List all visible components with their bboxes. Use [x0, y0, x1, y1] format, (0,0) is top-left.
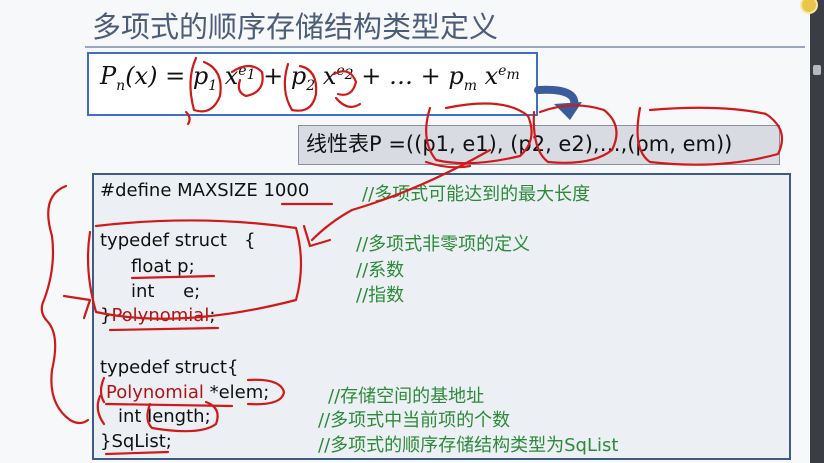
- code-line-int-e: int e;: [131, 281, 201, 302]
- code-comment-length: //多项式中当前项的个数: [318, 410, 511, 431]
- code-line-float: float p;: [131, 256, 195, 277]
- linear-list-text: 线性表P =((p1, e1), (p2, e2),…,(pm, em)): [306, 132, 733, 156]
- scrollbar-thumb[interactable]: [813, 65, 821, 75]
- code-line-sqlist: }SqList;: [100, 431, 172, 452]
- slide-title: 多项式的顺序存储结构类型定义: [92, 10, 499, 44]
- curved-arrow-icon: [534, 85, 582, 120]
- code-line-polynomial: }Polynomial;: [100, 305, 216, 326]
- window-edge: [810, 0, 824, 463]
- title-divider: [85, 46, 805, 48]
- code-line-typedef2: typedef struct{: [100, 357, 239, 378]
- polynomial-formula: Pn(x) = p1 xe1 + p2 xe2 + … + pm xem: [100, 62, 520, 94]
- code-line-elem: Polynomial *elem;: [106, 382, 270, 403]
- code-comment-int-e: //指数: [356, 285, 405, 306]
- code-comment-elem: //存储空间的基地址: [328, 386, 485, 407]
- code-line-length: int length;: [118, 406, 211, 427]
- code-comment-float: //系数: [356, 260, 405, 281]
- code-comment-define: //多项式可能达到的最大长度: [362, 184, 591, 205]
- code-comment-typedef1: //多项式非零项的定义: [356, 234, 531, 255]
- code-line-typedef1: typedef struct {: [100, 230, 256, 251]
- code-comment-sqlist: //多项式的顺序存储结构类型为SqList: [318, 435, 619, 456]
- code-line-define: #define MAXSIZE 1000: [100, 180, 310, 201]
